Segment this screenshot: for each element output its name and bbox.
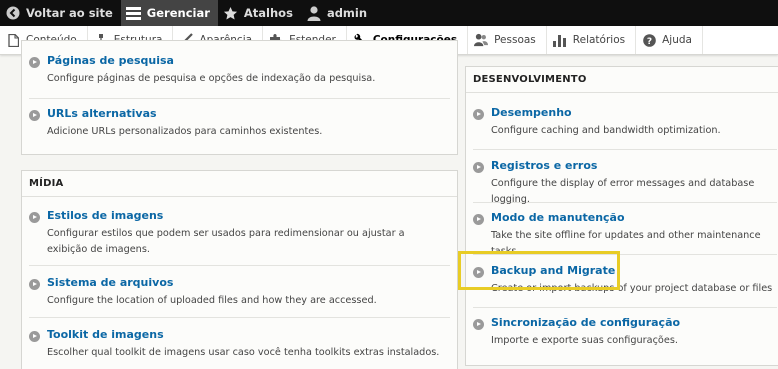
- user-icon: [306, 5, 322, 21]
- entry-title[interactable]: Modo de manutenção: [491, 211, 625, 224]
- user-menu-button[interactable]: admin: [301, 0, 375, 26]
- panel-heading: MÍDIA: [22, 171, 457, 197]
- entry-title[interactable]: Sincronização de configuração: [491, 316, 680, 329]
- entry-description: Configure páginas de pesquisa e opções d…: [47, 73, 376, 84]
- tray-item-people[interactable]: Pessoas: [468, 26, 547, 54]
- entry-title[interactable]: Páginas de pesquisa: [47, 54, 174, 67]
- svg-text:?: ?: [646, 37, 651, 47]
- list-item[interactable]: Modo de manutenção Take the site offline…: [473, 211, 777, 257]
- list-item[interactable]: Páginas de pesquisa Configure páginas de…: [29, 54, 450, 99]
- entry-description: Adicione URLs personalizados para caminh…: [47, 126, 323, 137]
- panel-heading: DESENVOLVIMENTO: [466, 67, 778, 93]
- entry-title[interactable]: URLs alternativas: [47, 107, 157, 120]
- shortcuts-button[interactable]: Atalhos: [218, 0, 301, 26]
- entry-title[interactable]: Sistema de arquivos: [47, 276, 173, 289]
- list-item[interactable]: Sistema de arquivos Configure the locati…: [29, 276, 450, 318]
- entry-description: Configure the location of uploaded files…: [47, 295, 377, 306]
- entry-title[interactable]: Registros e erros: [491, 159, 597, 172]
- arrow-right-icon: [29, 110, 40, 121]
- tray-item-reports[interactable]: Relatórios: [547, 26, 637, 54]
- list-item[interactable]: Desempenho Configure caching and bandwid…: [473, 106, 777, 150]
- back-to-site-link[interactable]: Voltar ao site: [0, 0, 121, 26]
- tray-item-label: Ajuda: [662, 34, 692, 46]
- arrow-right-icon: [473, 109, 484, 120]
- people-icon: [474, 33, 489, 47]
- entry-description: Configurar estilos que podem ser usados …: [47, 228, 405, 255]
- arrow-right-icon: [29, 279, 40, 290]
- list-item[interactable]: Sincronização de configuração Importe e …: [473, 316, 777, 360]
- entry-description: Escolher qual toolkit de imagens usar ca…: [47, 347, 440, 358]
- media-panel: MÍDIA Estilos de imagens Configurar esti…: [21, 170, 458, 369]
- shortcuts-label: Atalhos: [243, 6, 293, 20]
- list-item[interactable]: URLs alternativas Adicione URLs personal…: [29, 107, 450, 152]
- development-panel: DESENVOLVIMENTO Desempenho Configure cac…: [465, 66, 778, 366]
- entry-description: Importe e exporte suas configurações.: [491, 335, 678, 346]
- arrow-right-icon: [473, 319, 484, 330]
- search-metadata-panel: Páginas de pesquisa Configure páginas de…: [21, 40, 458, 155]
- back-to-site-label: Voltar ao site: [26, 6, 113, 20]
- entry-title[interactable]: Estilos de imagens: [47, 209, 163, 222]
- arrow-right-icon: [29, 57, 40, 68]
- arrow-right-icon: [473, 162, 484, 173]
- manage-menu-button[interactable]: Gerenciar: [120, 0, 218, 26]
- arrow-right-icon: [29, 212, 40, 223]
- tray-item-help[interactable]: ? Ajuda: [636, 26, 703, 54]
- entry-description: Configure the display of error messages …: [491, 178, 755, 205]
- highlight-box: [458, 251, 620, 290]
- arrow-right-icon: [29, 331, 40, 342]
- list-item[interactable]: Registros e erros Configure the display …: [473, 159, 777, 205]
- help-icon: ?: [642, 33, 656, 47]
- file-icon: [6, 33, 20, 47]
- admin-toolbar: Voltar ao site Gerenciar Atalhos admin: [0, 0, 778, 26]
- back-arrow-icon: [5, 5, 21, 21]
- list-item[interactable]: Estilos de imagens Configurar estilos qu…: [29, 209, 450, 266]
- list-item[interactable]: Toolkit de imagens Escolher qual toolkit…: [29, 328, 450, 368]
- tray-item-label: Relatórios: [572, 34, 626, 46]
- entry-description: Configure caching and bandwidth optimiza…: [491, 125, 721, 136]
- entry-title[interactable]: Desempenho: [491, 106, 572, 119]
- entry-title[interactable]: Toolkit de imagens: [47, 328, 164, 341]
- user-label: admin: [326, 6, 368, 20]
- arrow-right-icon: [473, 214, 484, 225]
- tray-item-label: Pessoas: [494, 34, 536, 46]
- hamburger-icon: [126, 5, 142, 21]
- bar-chart-icon: [553, 33, 567, 47]
- star-icon: [223, 5, 239, 21]
- manage-label: Gerenciar: [146, 6, 210, 20]
